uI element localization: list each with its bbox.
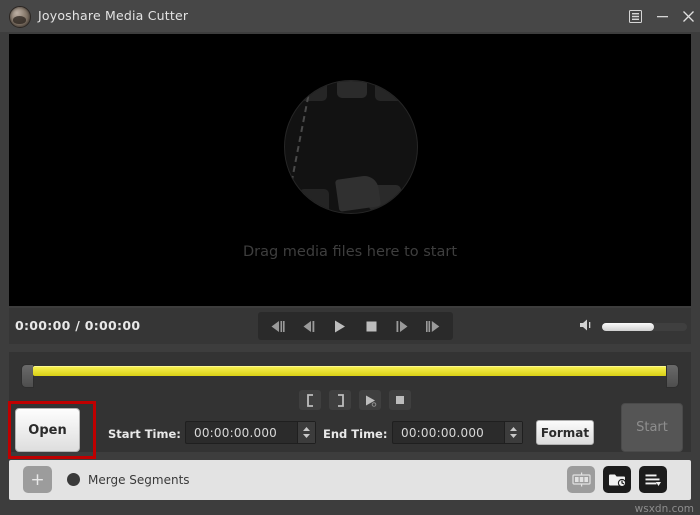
bottom-bar: + Merge Segments [9, 460, 691, 500]
start-time-stepper[interactable] [297, 422, 315, 443]
format-button[interactable]: Format [536, 420, 594, 445]
app-title: Joyoshare Media Cutter [38, 8, 188, 23]
timeline-track[interactable] [21, 362, 679, 388]
volume-control[interactable] [579, 317, 687, 336]
volume-slider-fill [602, 323, 654, 331]
start-time-value[interactable]: 00:00:00.000 [186, 426, 297, 440]
task-list-icon[interactable] [639, 466, 667, 493]
folder-history-icon[interactable] [603, 466, 631, 493]
start-time-input[interactable]: 00:00:00.000 [185, 421, 316, 444]
preview-segment-button[interactable] [359, 390, 381, 410]
end-time-label: End Time: [323, 427, 387, 441]
stop-preview-button[interactable] [389, 390, 411, 410]
step-back-fast-button[interactable] [265, 315, 291, 337]
step-back-button[interactable] [296, 315, 322, 337]
app-logo-icon [9, 6, 31, 28]
volume-slider[interactable] [602, 323, 687, 331]
end-time-value[interactable]: 00:00:00.000 [393, 426, 504, 440]
start-button[interactable]: Start [621, 403, 683, 452]
end-time-stepper[interactable] [504, 422, 522, 443]
open-button-highlight [8, 401, 96, 459]
set-end-marker-button[interactable] [329, 390, 351, 410]
transport-button-group [258, 312, 453, 340]
volume-icon[interactable] [579, 317, 595, 336]
timecode-display: 0:00:00 / 0:00:00 [15, 318, 140, 333]
trim-button-group [299, 390, 411, 410]
drop-zone-label: Drag media files here to start [9, 244, 691, 260]
step-forward-button[interactable] [389, 315, 415, 337]
trim-end-handle[interactable] [666, 364, 679, 388]
film-cut-circle-icon [284, 80, 418, 214]
app-window: Joyoshare Media Cutter [0, 0, 700, 515]
video-stage[interactable]: Drag media files here to start [9, 34, 691, 306]
watermark: wsxdn.com [635, 503, 694, 515]
start-time-label: Start Time: [108, 427, 181, 441]
minimize-icon[interactable] [650, 0, 674, 32]
merge-segments-checkbox[interactable] [67, 473, 80, 486]
transport-bar: 0:00:00 / 0:00:00 [9, 308, 691, 344]
plus-icon[interactable]: + [23, 466, 52, 493]
close-icon[interactable] [676, 0, 700, 32]
stop-button[interactable] [358, 315, 384, 337]
segments-icon[interactable] [567, 466, 595, 493]
menu-icon[interactable] [622, 0, 648, 32]
end-time-input[interactable]: 00:00:00.000 [392, 421, 523, 444]
drop-zone[interactable]: Drag media files here to start [9, 34, 691, 306]
timeline-selection-bar[interactable] [33, 366, 667, 376]
merge-segments-label: Merge Segments [88, 473, 190, 487]
title-bar: Joyoshare Media Cutter [0, 0, 700, 32]
play-button[interactable] [327, 315, 353, 337]
step-forward-fast-button[interactable] [420, 315, 446, 337]
set-start-marker-button[interactable] [299, 390, 321, 410]
